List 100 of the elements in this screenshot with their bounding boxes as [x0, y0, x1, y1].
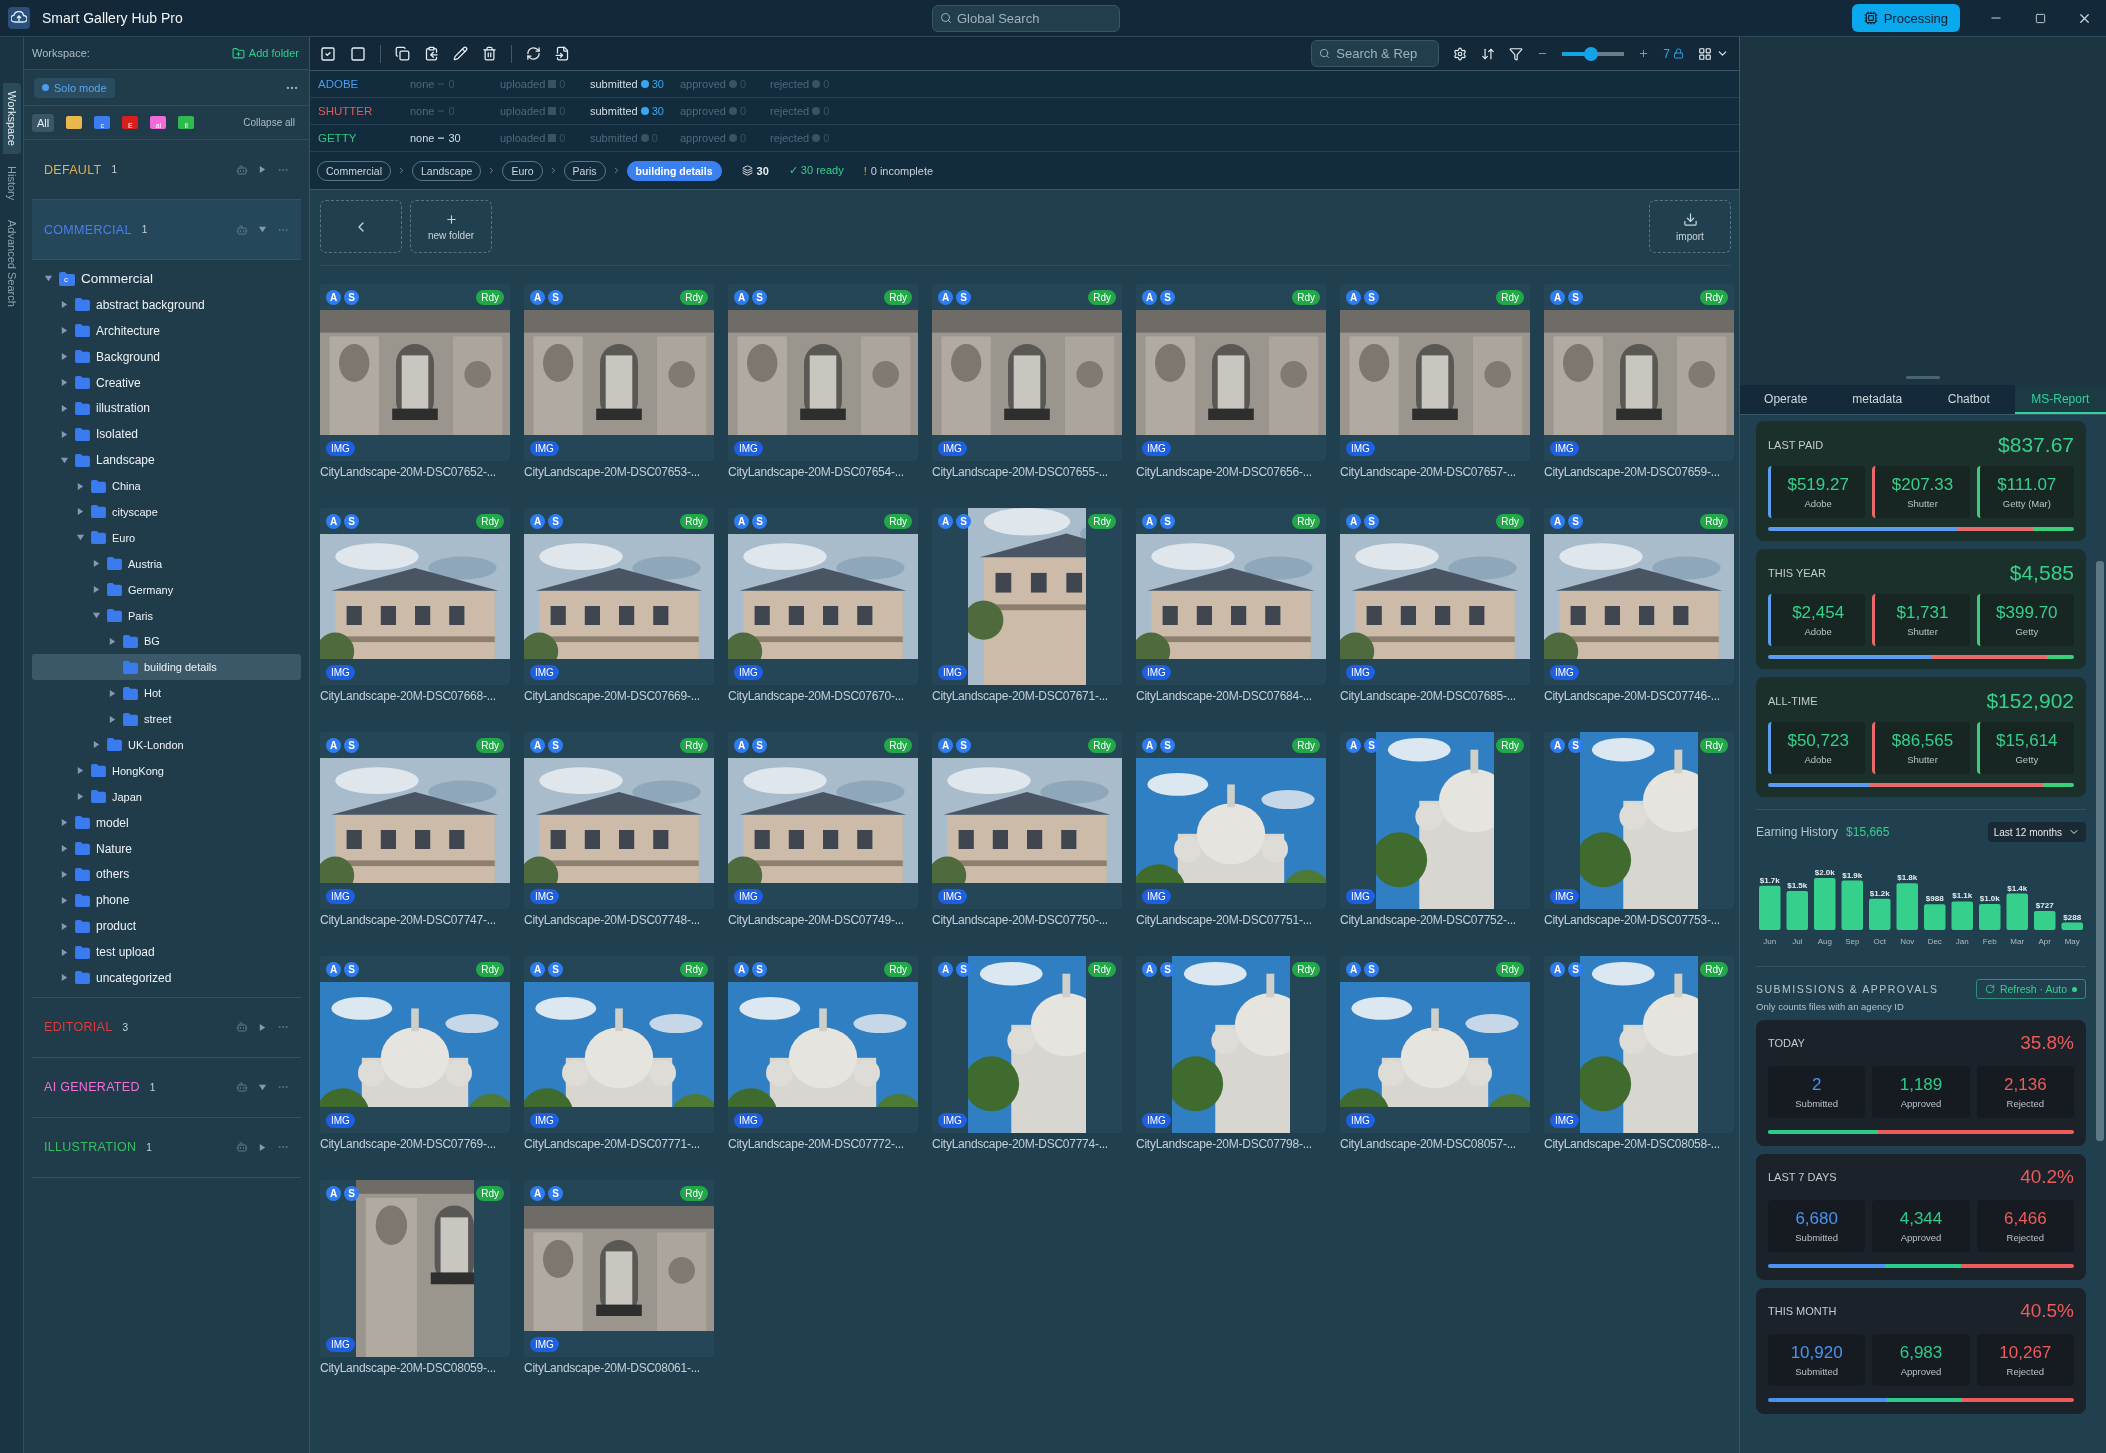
caret-icon[interactable] [60, 378, 69, 387]
agency-status[interactable]: submitted 30 [590, 105, 680, 117]
image-card[interactable]: A S Rdy IMG [728, 956, 918, 1133]
tree-item[interactable]: BG [32, 628, 301, 655]
filter-icon[interactable] [1509, 46, 1524, 61]
copy-icon[interactable] [395, 46, 410, 61]
grid-view-icon[interactable] [1698, 46, 1712, 61]
edit-icon[interactable] [453, 46, 468, 61]
caret-icon[interactable] [60, 921, 69, 931]
caret-icon[interactable] [92, 611, 101, 620]
tree-item[interactable]: Landscape [32, 447, 301, 474]
image-card[interactable]: A S Rdy IMG [524, 284, 714, 461]
tree-item[interactable]: China [32, 473, 301, 499]
delete-icon[interactable] [482, 46, 497, 61]
back-button[interactable] [320, 200, 402, 253]
range-dropdown[interactable]: Last 12 months [1987, 822, 2086, 842]
refresh-icon[interactable] [526, 46, 541, 61]
tree-item[interactable]: Hot [32, 680, 301, 707]
vertical-tab[interactable]: History [2, 157, 21, 209]
tree-item[interactable]: Creative [32, 369, 301, 396]
bot-icon[interactable] [236, 1021, 248, 1034]
bot-icon[interactable] [236, 1081, 248, 1094]
caret-icon[interactable] [76, 481, 85, 491]
caret-icon[interactable] [76, 792, 85, 802]
image-card[interactable]: A S Rdy IMG [728, 284, 918, 461]
caret-icon[interactable] [60, 403, 69, 413]
image-card[interactable]: A S Rdy IMG [932, 508, 1122, 685]
image-card[interactable]: A S Rdy IMG [932, 284, 1122, 461]
workspace-group-header[interactable]: ILLUSTRATION 1 [32, 1117, 301, 1178]
tree-item[interactable]: model [32, 809, 301, 836]
image-card[interactable]: A S Rdy IMG [320, 732, 510, 909]
tree-item[interactable]: illustration [32, 395, 301, 422]
caret-icon[interactable] [76, 533, 85, 543]
caret-icon[interactable] [76, 766, 85, 776]
image-card[interactable]: A S Rdy IMG [1544, 732, 1734, 909]
solo-mode-chip[interactable]: Solo mode [34, 77, 115, 98]
zoom-in-icon[interactable] [1638, 48, 1650, 59]
caret-icon[interactable] [60, 455, 69, 465]
caret-icon[interactable] [60, 326, 69, 336]
tree-item[interactable]: Background [32, 343, 301, 370]
caret-icon[interactable] [60, 869, 69, 879]
image-card[interactable]: A S Rdy IMG [1340, 732, 1530, 909]
image-card[interactable]: A S Rdy IMG [320, 956, 510, 1133]
bot-icon[interactable] [236, 1141, 248, 1154]
vertical-tab[interactable]: Advanced Search [2, 212, 21, 315]
caret-icon[interactable] [60, 895, 69, 905]
tree-item[interactable]: Paris [32, 602, 301, 629]
tree-item[interactable]: uncategorized [32, 965, 301, 991]
bot-icon[interactable] [236, 163, 248, 176]
import-button[interactable]: import [1649, 200, 1731, 253]
tree-item[interactable]: Japan [32, 783, 301, 810]
image-card[interactable]: A S Rdy IMG [524, 732, 714, 909]
image-card[interactable]: A S Rdy IMG [932, 732, 1122, 909]
tree-item[interactable]: Germany [32, 576, 301, 603]
tree-item[interactable]: cityscape [32, 499, 301, 525]
caret-icon[interactable] [60, 973, 69, 983]
tree-item[interactable]: Isolated [32, 421, 301, 448]
vertical-tab[interactable]: Workspace [2, 83, 21, 154]
workspace-group-header[interactable]: COMMERCIAL 1 [32, 200, 301, 260]
panel-tab[interactable]: metadata [1831, 385, 1923, 414]
image-card[interactable]: A S Rdy IMG [728, 732, 918, 909]
panel-tab[interactable]: Operate [1740, 385, 1832, 414]
search-replace-field[interactable]: Search & Rep [1311, 40, 1440, 67]
select-all-icon[interactable] [320, 45, 336, 62]
image-card[interactable]: A S Rdy IMG [524, 956, 714, 1133]
file-export-icon[interactable] [555, 46, 570, 61]
image-card[interactable]: A S Rdy IMG [728, 508, 918, 685]
filter-all-button[interactable]: All [32, 113, 55, 132]
image-card[interactable]: A S Rdy IMG [1340, 284, 1530, 461]
global-search-field[interactable]: Global Search [932, 4, 1120, 32]
caret-icon[interactable] [258, 1022, 267, 1032]
resize-handle[interactable] [1906, 376, 1940, 379]
panel-tab[interactable]: Chatbot [1923, 385, 2015, 414]
tree-item[interactable]: others [32, 861, 301, 888]
image-card[interactable]: A S Rdy IMG [932, 956, 1122, 1133]
tree-item[interactable]: street [32, 706, 301, 733]
collapse-all-button[interactable]: Collapse all [237, 116, 301, 129]
tree-item[interactable]: UK-London [32, 732, 301, 758]
caret-icon[interactable] [92, 740, 101, 750]
caret-icon[interactable] [60, 429, 69, 439]
caret-icon[interactable] [60, 844, 69, 854]
new-folder-button[interactable]: new folder [410, 200, 492, 253]
image-card[interactable]: A S Rdy IMG [320, 284, 510, 461]
image-card[interactable]: A S Rdy IMG [524, 1180, 714, 1357]
sort-icon[interactable] [1481, 46, 1496, 61]
scrollbar-thumb[interactable] [2096, 561, 2104, 1141]
tree-item[interactable]: Architecture [32, 317, 301, 344]
caret-icon[interactable] [92, 559, 101, 569]
caret-icon[interactable] [258, 225, 267, 234]
tree-item[interactable]: test upload [32, 939, 301, 966]
agency-status[interactable]: submitted 30 [590, 78, 680, 90]
tree-item[interactable]: product [32, 913, 301, 940]
image-card[interactable]: A S Rdy IMG [1544, 956, 1734, 1133]
image-card[interactable]: A S Rdy IMG [1136, 956, 1326, 1133]
agency-status[interactable]: none 30 [410, 132, 500, 144]
image-card[interactable]: A S Rdy IMG [1136, 732, 1326, 909]
refresh-button[interactable]: Refresh · Auto [1975, 979, 2086, 999]
panel-tab[interactable]: MS-Report [2014, 385, 2106, 414]
caret-icon[interactable] [60, 300, 69, 310]
caret-icon[interactable] [258, 1142, 267, 1152]
